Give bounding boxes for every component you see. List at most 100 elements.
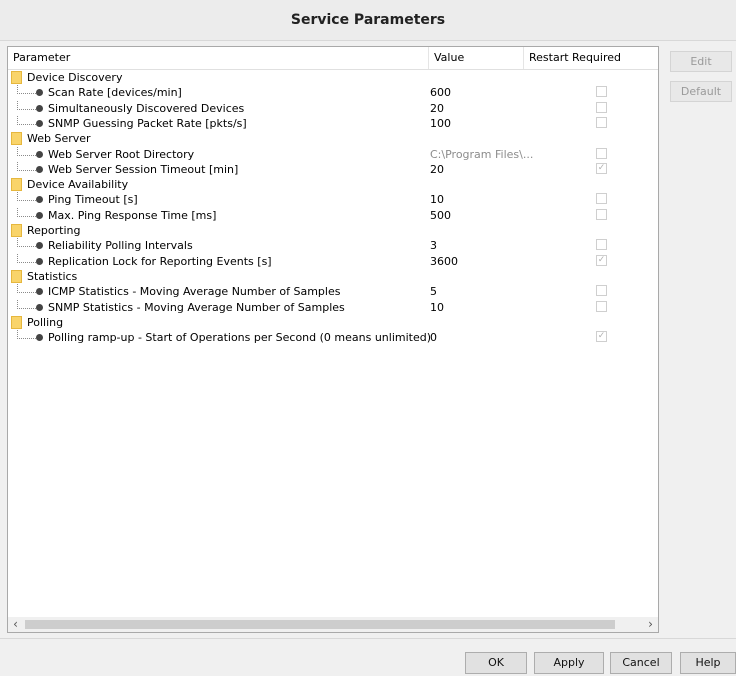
group-row[interactable]: Statistics <box>8 269 658 284</box>
parameter-row[interactable]: Web Server Session Timeout [min] 20 ✓ <box>8 161 658 177</box>
parameter-value: 3 <box>430 239 437 253</box>
parameter-bullet-icon <box>36 303 43 311</box>
restart-required-checkbox[interactable]: ✓ <box>596 254 607 266</box>
parameter-row[interactable]: Replication Lock for Reporting Events [s… <box>8 253 658 269</box>
parameter-value: C:\Program Files\... <box>430 147 534 161</box>
parameter-label: SNMP Guessing Packet Rate [pkts/s] <box>48 116 247 130</box>
parameter-value: 10 <box>430 300 444 314</box>
parameter-label: Replication Lock for Reporting Events [s… <box>48 254 272 268</box>
parameter-row[interactable]: Ping Timeout [s] 10 <box>8 192 658 207</box>
horizontal-scrollbar[interactable]: ‹ › <box>8 617 658 632</box>
parameter-row[interactable]: Scan Rate [devices/min] 600 <box>8 85 658 100</box>
folder-icon <box>11 71 22 84</box>
restart-required-checkbox[interactable]: ✓ <box>596 162 607 174</box>
group-label: Reporting <box>27 224 81 237</box>
restart-required-checkbox[interactable] <box>596 193 607 205</box>
parameter-label: SNMP Statistics - Moving Average Number … <box>48 300 345 314</box>
parameter-value: 10 <box>430 193 444 207</box>
parameter-row[interactable]: Polling ramp-up - Start of Operations pe… <box>8 330 658 345</box>
restart-required-checkbox[interactable] <box>596 285 607 297</box>
edit-button[interactable]: Edit <box>670 51 732 72</box>
restart-required-checkbox[interactable] <box>596 101 607 113</box>
parameter-label: Max. Ping Response Time [ms] <box>48 208 217 222</box>
column-header-restart-required[interactable]: Restart Required <box>524 47 658 69</box>
group-label: Web Server <box>27 132 91 146</box>
tree-connector <box>17 253 38 263</box>
group-label: Polling <box>27 315 64 329</box>
parameter-value: 100 <box>430 116 451 130</box>
parameter-label: Simultaneously Discovered Devices <box>48 101 245 115</box>
parameter-row[interactable]: SNMP Statistics - Moving Average Number … <box>8 299 658 315</box>
ok-button[interactable]: OK <box>465 652 527 674</box>
help-button[interactable]: Help <box>680 652 736 674</box>
dialog-title: Service Parameters <box>0 0 736 41</box>
tree-connector <box>17 299 38 309</box>
parameter-label: Reliability Polling Intervals <box>48 239 193 253</box>
group-label: Device Discovery <box>27 71 123 84</box>
parameter-label: Web Server Root Directory <box>48 147 195 161</box>
restart-required-checkbox[interactable] <box>596 300 607 312</box>
parameter-row[interactable]: SNMP Guessing Packet Rate [pkts/s] 100 <box>8 115 658 131</box>
tree-connector <box>17 238 38 248</box>
group-label: Device Availability <box>27 178 129 192</box>
parameter-value: 5 <box>430 285 437 299</box>
parameter-value: 0 <box>430 331 437 345</box>
folder-icon <box>11 269 22 283</box>
restart-required-checkbox[interactable] <box>596 239 607 251</box>
cancel-button[interactable]: Cancel <box>610 652 672 674</box>
group-label: Statistics <box>27 269 78 283</box>
parameter-bullet-icon <box>36 89 43 97</box>
tree-connector <box>17 284 38 294</box>
parameter-row[interactable]: Simultaneously Discovered Devices 20 <box>8 100 658 116</box>
parameter-value: 20 <box>430 101 444 115</box>
tree-connector <box>17 85 38 95</box>
apply-button[interactable]: Apply <box>534 652 604 674</box>
default-button[interactable]: Default <box>670 81 732 102</box>
tree-connector <box>17 100 38 110</box>
scroll-left-icon[interactable]: ‹ <box>8 617 23 632</box>
parameter-row[interactable]: ICMP Statistics - Moving Average Number … <box>8 284 658 299</box>
parameter-row[interactable]: Max. Ping Response Time [ms] 500 <box>8 207 658 223</box>
parameter-bullet-icon <box>36 257 43 265</box>
restart-required-checkbox[interactable]: ✓ <box>596 331 607 343</box>
parameter-label: ICMP Statistics - Moving Average Number … <box>48 285 341 299</box>
folder-icon <box>11 224 22 237</box>
tree-connector <box>17 207 38 217</box>
group-row[interactable]: Reporting <box>8 223 658 238</box>
restart-required-checkbox[interactable] <box>596 86 607 98</box>
scroll-right-icon[interactable]: › <box>643 617 658 632</box>
parameter-bullet-icon <box>36 242 43 250</box>
restart-required-checkbox[interactable] <box>596 208 607 220</box>
parameter-row[interactable]: Web Server Root Directory C:\Program File… <box>8 146 658 162</box>
parameter-bullet-icon <box>36 104 43 112</box>
parameter-bullet-icon <box>36 211 43 219</box>
tree-connector <box>17 161 38 171</box>
group-row[interactable]: Device Discovery <box>8 70 658 85</box>
folder-icon <box>11 178 22 192</box>
group-row[interactable]: Web Server <box>8 131 658 146</box>
tree-connector <box>17 146 38 156</box>
parameter-value: 20 <box>430 162 444 176</box>
parameter-label: Ping Timeout [s] <box>48 193 138 207</box>
column-header-value[interactable]: Value <box>429 47 524 69</box>
folder-icon <box>11 315 22 329</box>
parameter-row[interactable]: Reliability Polling Intervals 3 <box>8 238 658 253</box>
group-row[interactable]: Device Availability <box>8 177 658 192</box>
table-header: Parameter Value Restart Required <box>8 47 658 70</box>
tree-connector <box>17 115 38 125</box>
parameter-bullet-icon <box>36 119 43 127</box>
parameter-value: 600 <box>430 86 451 100</box>
parameter-value: 3600 <box>430 254 458 268</box>
column-header-parameter[interactable]: Parameter <box>8 47 429 69</box>
parameter-value: 500 <box>430 208 451 222</box>
restart-required-checkbox[interactable] <box>596 147 607 159</box>
tree-connector <box>17 192 38 202</box>
parameter-bullet-icon <box>36 288 43 296</box>
group-row[interactable]: Polling <box>8 315 658 330</box>
parameter-bullet-icon <box>36 196 43 204</box>
parameter-tree[interactable]: Parameter Value Restart Required Device … <box>7 46 659 633</box>
tree-connector <box>17 330 38 340</box>
scrollbar-thumb[interactable] <box>25 620 615 629</box>
parameter-bullet-icon <box>36 150 43 158</box>
restart-required-checkbox[interactable] <box>596 116 607 128</box>
